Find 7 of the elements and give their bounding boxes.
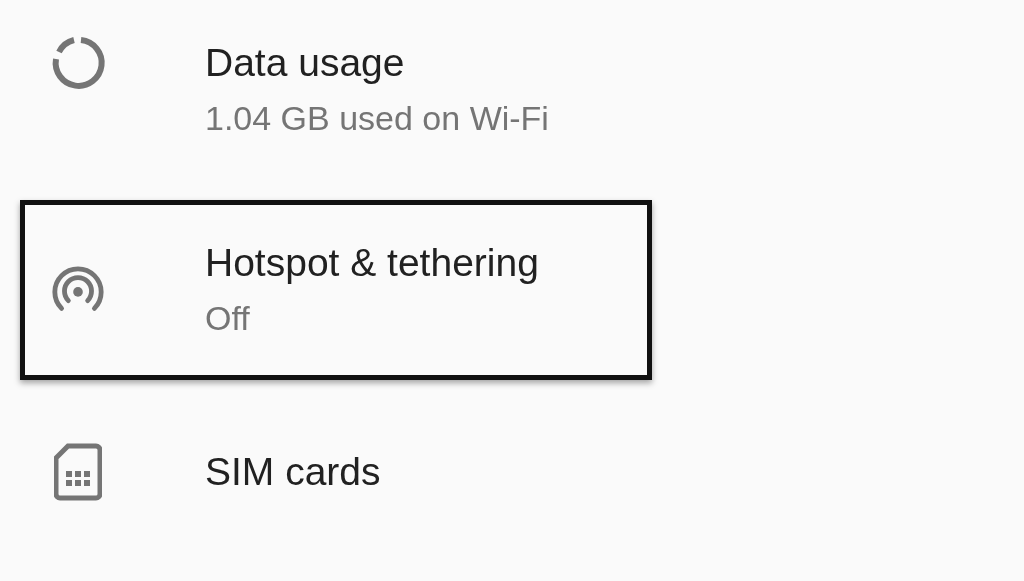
sim-card-icon: [54, 443, 102, 501]
setting-summary: Off: [205, 298, 251, 339]
setting-title[interactable]: Hotspot & tethering: [205, 235, 539, 291]
setting-title[interactable]: SIM cards: [205, 444, 381, 500]
setting-title[interactable]: Data usage: [205, 35, 549, 91]
data-usage-icon: [50, 35, 106, 91]
setting-summary: 1.04 GB used on Wi-Fi: [205, 98, 549, 139]
